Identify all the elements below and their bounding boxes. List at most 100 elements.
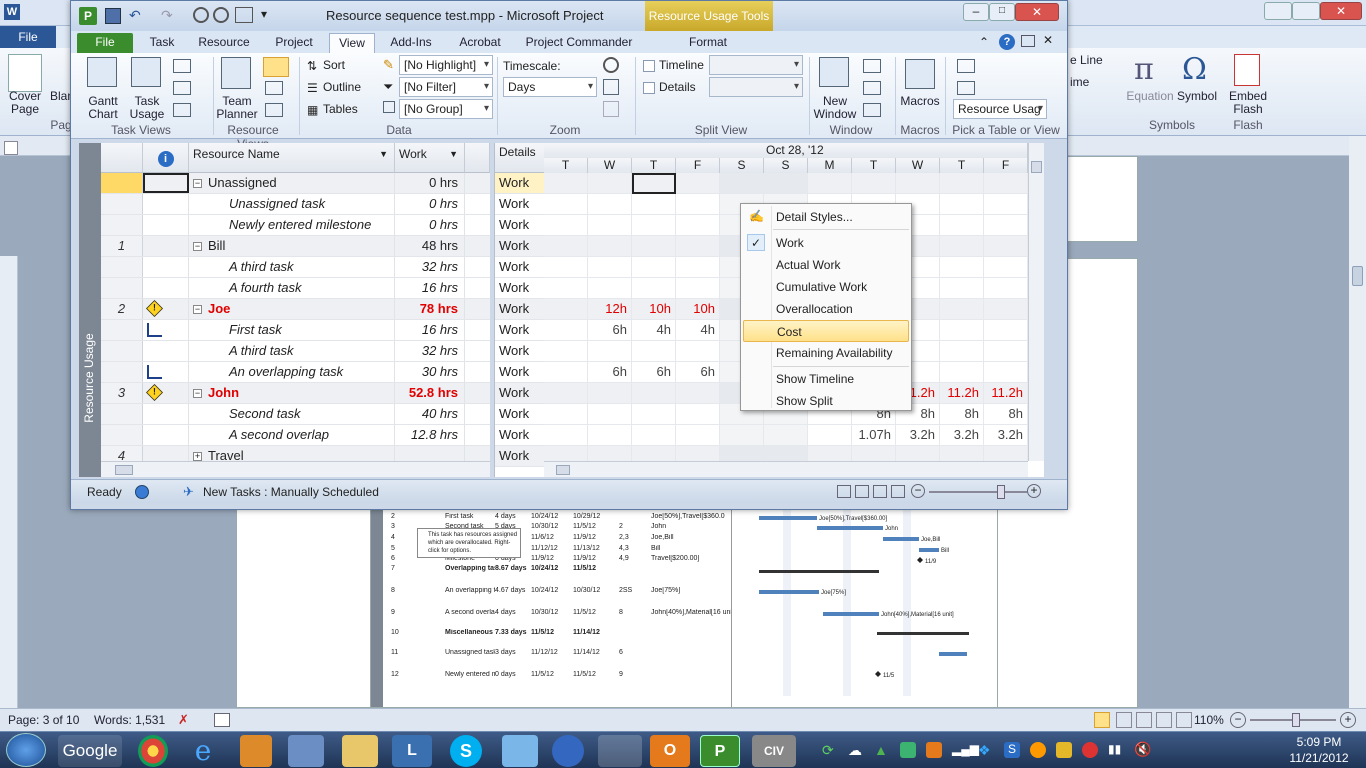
page-count[interactable]: Page: 3 of 10	[8, 713, 79, 727]
table-row[interactable]: First task 16 hrs	[101, 320, 490, 341]
resource-sheet-icon[interactable]	[265, 81, 283, 95]
print-layout-icon[interactable]	[1094, 712, 1110, 728]
table-row[interactable]: 3! − John 52.8 hrs	[101, 383, 490, 404]
timephased-cell[interactable]	[632, 173, 676, 194]
timephased-cell[interactable]	[940, 173, 984, 194]
word-scroll-thumb[interactable]	[1352, 266, 1363, 286]
timephased-cell[interactable]	[720, 173, 764, 194]
timephased-cell[interactable]	[588, 425, 632, 446]
level-chart-icon[interactable]	[147, 323, 162, 337]
timephased-cell[interactable]	[984, 236, 1028, 257]
sort-button[interactable]: Sort	[323, 58, 345, 72]
tab-selector[interactable]	[4, 141, 18, 155]
timephased-cell[interactable]	[940, 215, 984, 236]
timephased-cell[interactable]: 8h	[940, 404, 984, 425]
details-cell[interactable]: Work	[495, 194, 545, 215]
timephased-cell[interactable]: 6h	[632, 362, 676, 383]
zoom-icon[interactable]	[603, 57, 619, 73]
tab-resource[interactable]: Resource	[191, 33, 257, 53]
resource-name-cell[interactable]: Second task	[189, 404, 395, 424]
timephased-cell[interactable]: 6h	[588, 320, 632, 341]
timeline-vertical-scrollbar[interactable]	[1028, 143, 1044, 461]
row-id[interactable]	[101, 194, 143, 214]
tab-format[interactable]: Format	[681, 33, 735, 53]
timephased-cell[interactable]	[544, 404, 588, 425]
timephased-cell[interactable]	[940, 362, 984, 383]
zoom-out-icon[interactable]: −	[1230, 712, 1246, 728]
timephased-cell[interactable]	[984, 257, 1028, 278]
row-header-corner[interactable]	[101, 143, 143, 173]
timephased-cell[interactable]	[676, 341, 720, 362]
timephased-cell[interactable]: 12h	[588, 299, 632, 320]
gantt-view-shortcut-icon[interactable]	[837, 485, 851, 498]
details-cell[interactable]: Work	[495, 320, 545, 341]
details-cell[interactable]: Work	[495, 446, 545, 467]
timescale-dropdown[interactable]: Days	[503, 77, 597, 97]
timeline-view-dropdown[interactable]	[709, 55, 803, 75]
work-cell[interactable]: 16 hrs	[395, 320, 465, 340]
timephased-cell[interactable]	[676, 215, 720, 236]
resource-name-cell[interactable]: A second overlap	[189, 425, 395, 445]
details-cell[interactable]: Work	[495, 383, 545, 404]
network-icon[interactable]: ▮▮	[1108, 742, 1124, 758]
menu-item-work[interactable]: ✓ Work	[743, 232, 909, 254]
timephased-cell[interactable]	[984, 341, 1028, 362]
zoom-level[interactable]: 110%	[1194, 713, 1224, 727]
new-window-button[interactable]: New Window	[811, 95, 859, 121]
arrange-all-icon[interactable]	[863, 81, 881, 95]
tab-task[interactable]: Task	[139, 33, 185, 53]
project-minimize-button[interactable]: ‒	[963, 3, 989, 21]
add-column-header[interactable]	[465, 143, 490, 173]
date-time-button[interactable]: ime	[1070, 76, 1120, 89]
tab-add-ins[interactable]: Add-Ins	[383, 33, 439, 53]
table-row[interactable]: Unassigned task 0 hrs	[101, 194, 490, 215]
web-layout-icon[interactable]	[1136, 712, 1152, 728]
work-cell[interactable]: 52.8 hrs	[395, 383, 465, 403]
table-row[interactable]: A fourth task 16 hrs	[101, 278, 490, 299]
timephased-cell[interactable]	[940, 341, 984, 362]
app-tray-icon[interactable]	[900, 742, 916, 758]
file-explorer-icon[interactable]	[342, 735, 378, 767]
details-view-dropdown[interactable]	[709, 77, 803, 97]
collapse-icon[interactable]: −	[193, 305, 202, 314]
resource-name-cell[interactable]: A third task	[189, 341, 395, 361]
overallocated-warning-icon[interactable]: !	[146, 300, 163, 317]
civilization-icon[interactable]: CIV	[752, 735, 796, 767]
timephased-cell[interactable]	[588, 215, 632, 236]
signal-icon[interactable]: ▂▄▆	[952, 742, 979, 758]
timephased-cell[interactable]	[676, 257, 720, 278]
timephased-cell[interactable]	[544, 425, 588, 446]
timephased-cell[interactable]	[544, 236, 588, 257]
timephased-cell[interactable]	[984, 173, 1028, 194]
draft-view-icon[interactable]	[1176, 712, 1192, 728]
timephased-cell[interactable]	[940, 278, 984, 299]
timephased-cell[interactable]	[896, 173, 940, 194]
timeline-vscroll-thumb[interactable]	[1031, 161, 1042, 173]
print-preview-icon[interactable]	[235, 7, 253, 23]
table-row[interactable]: 1− Bill 48 hrs	[101, 236, 490, 257]
details-cell[interactable]: Work	[495, 362, 545, 383]
details-cell[interactable]: Work	[495, 257, 545, 278]
resource-name-cell[interactable]: First task	[189, 320, 395, 340]
skype-icon[interactable]: S	[450, 735, 482, 767]
hide-window-icon[interactable]	[863, 103, 881, 117]
details-cell[interactable]: Work	[495, 425, 545, 446]
timephased-cell[interactable]	[632, 236, 676, 257]
work-cell[interactable]: 40 hrs	[395, 404, 465, 424]
project-taskbar-icon[interactable]: P	[700, 735, 740, 767]
resource-name-cell[interactable]: Unassigned task	[189, 194, 395, 214]
new-tasks-mode[interactable]: New Tasks : Manually Scheduled	[203, 480, 379, 504]
other-resource-views-icon[interactable]	[265, 103, 283, 117]
timephased-cell[interactable]	[544, 194, 588, 215]
tables-button[interactable]: Tables	[323, 102, 358, 116]
work-cell[interactable]: 78 hrs	[395, 299, 465, 319]
timephased-cell[interactable]: 3.2h	[940, 425, 984, 446]
sync-icon[interactable]: ⟳	[822, 742, 838, 758]
chrome-icon[interactable]	[138, 735, 168, 767]
switch-windows-icon[interactable]	[863, 59, 881, 73]
resource-name-cell[interactable]: Newly entered milestone	[189, 215, 395, 235]
details-cell[interactable]: Work	[495, 236, 545, 257]
work-cell[interactable]: 0 hrs	[395, 215, 465, 235]
timephased-cell[interactable]	[544, 215, 588, 236]
timephased-cell[interactable]	[632, 425, 676, 446]
